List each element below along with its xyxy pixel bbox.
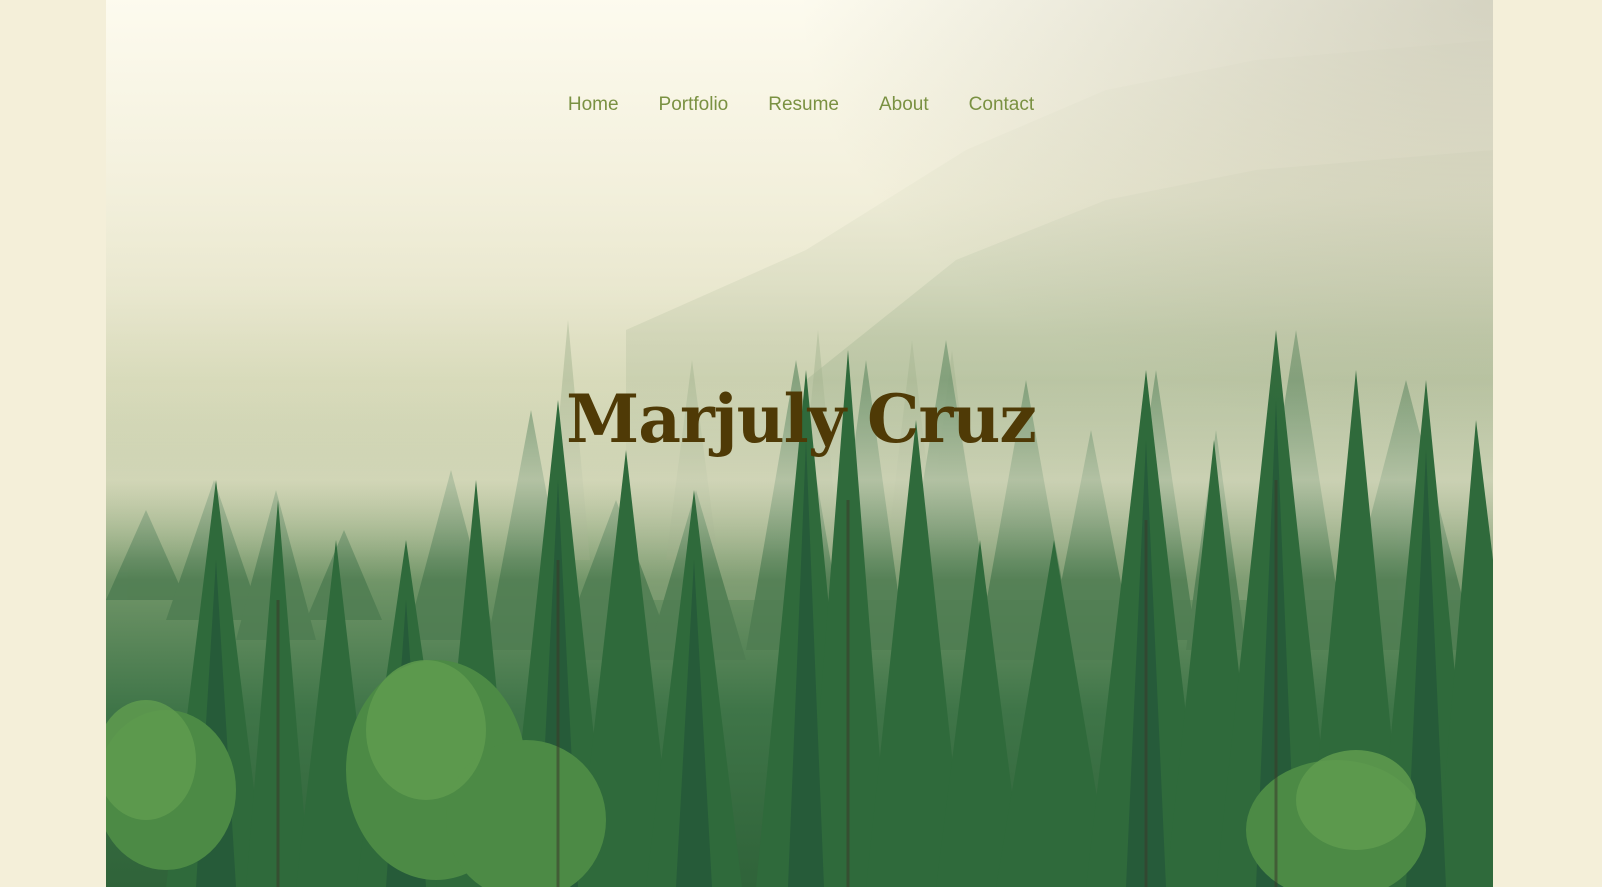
nav-about-link[interactable]: About <box>859 88 949 122</box>
hero-title: Marjuly Cruz <box>566 380 1037 458</box>
nav-resume-link[interactable]: Resume <box>748 88 859 122</box>
nav-home-link[interactable]: Home <box>548 88 639 122</box>
nav-portfolio-link[interactable]: Portfolio <box>639 88 749 122</box>
nav-contact-link[interactable]: Contact <box>949 88 1054 122</box>
page: Home Portfolio Resume About Contact Marj… <box>0 0 1602 887</box>
main-nav: Home Portfolio Resume About Contact <box>0 88 1602 122</box>
